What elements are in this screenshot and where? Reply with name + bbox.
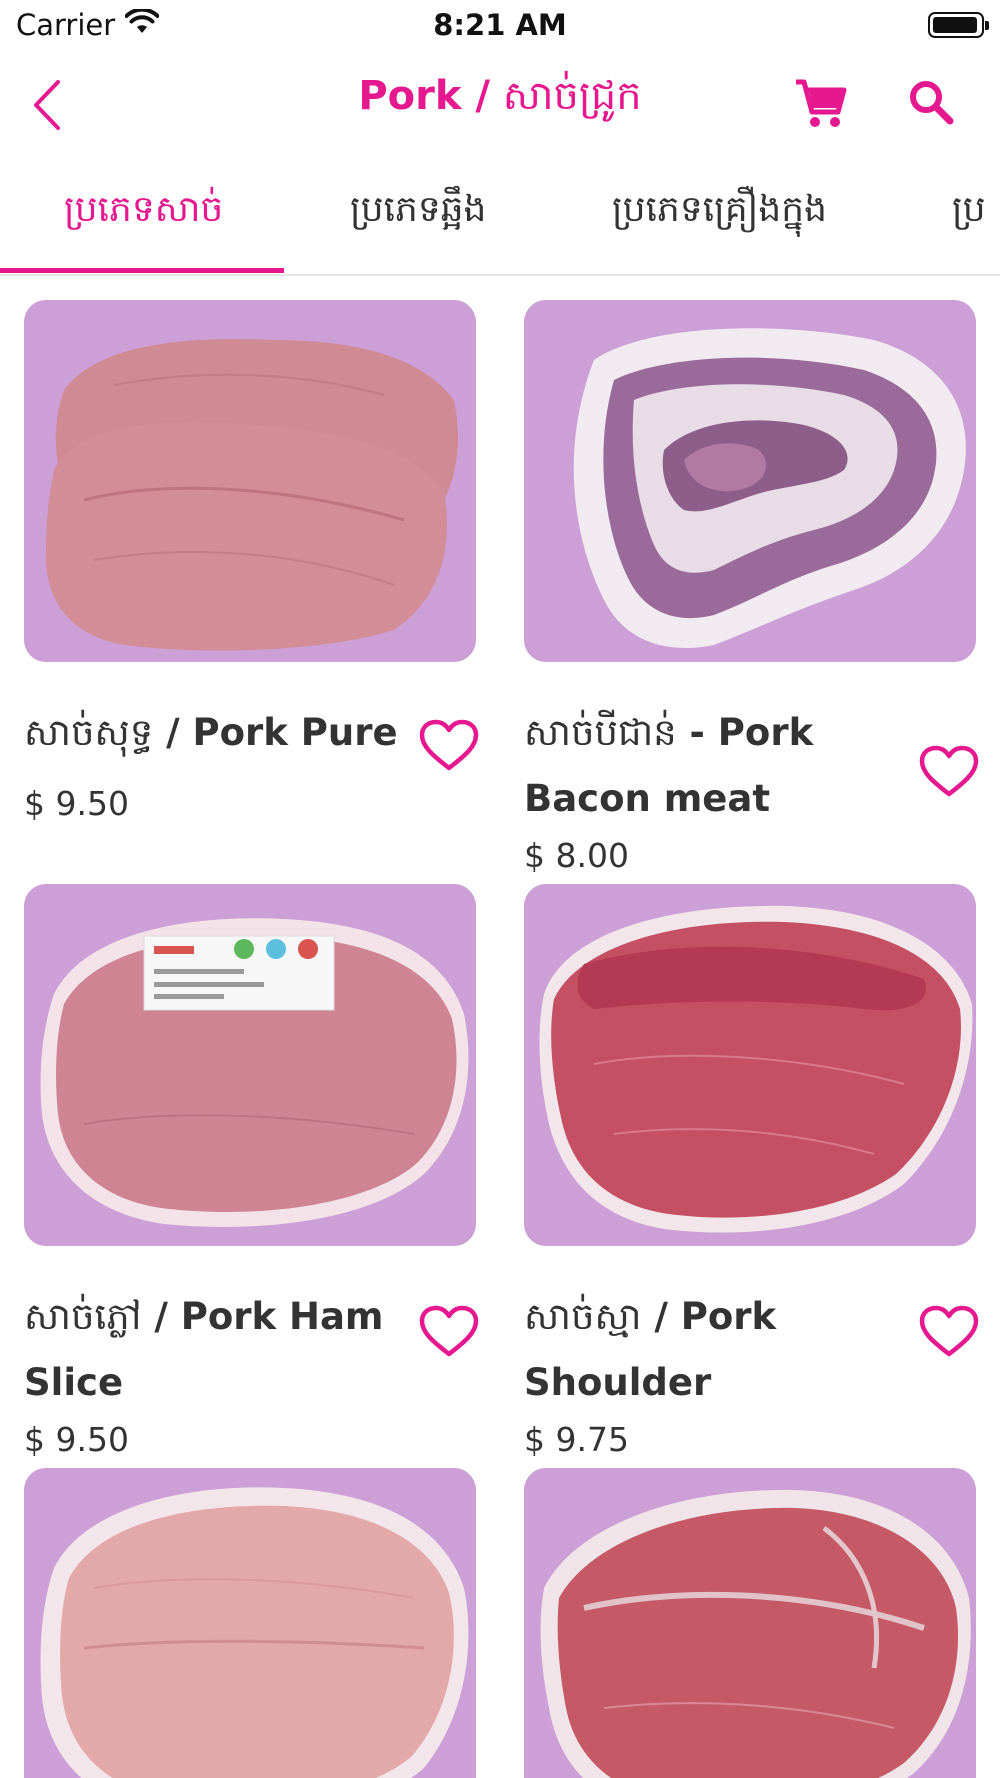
favorite-button[interactable] [418,1304,480,1360]
product-image[interactable] [524,1468,976,1778]
tab-meat[interactable]: ប្រភេទសាច់ [64,186,223,274]
heart-outline-icon [419,719,479,771]
product-name-km: សាច់សុទ្ធ [24,711,154,754]
product-card[interactable]: សាច់សុទ្ធ / Pork Pure $ 9.50 [24,300,479,860]
page-title-en: Pork / [358,73,491,119]
product-price: $ 9.50 [24,1420,129,1459]
product-name-km: សាច់បីជាន់ [524,711,677,754]
status-time: 8:21 AM [433,8,567,42]
page-title-km: សាច់ជ្រូក [502,73,642,119]
tab-offal[interactable]: ប្រភេទគ្រឿងក្នុង [612,186,827,274]
cart-button[interactable] [790,72,850,132]
product-image[interactable] [524,300,976,662]
product-image[interactable] [24,884,476,1246]
screen: Carrier 8:21 AM Pork / សាច់ជ្រូក ប្រភេទស… [0,0,1000,1778]
status-bar: Carrier 8:21 AM [0,0,1000,50]
product-title: សាច់បីជាន់ - Pork Bacon meat [524,700,904,832]
product-card[interactable] [524,1468,976,1778]
product-title: សាច់សុទ្ធ / Pork Pure [24,700,404,766]
favorite-button[interactable] [418,718,480,774]
product-image[interactable] [24,300,476,662]
product-card[interactable]: សាច់បីជាន់ - Pork Bacon meat $ 8.00 [524,300,979,875]
product-card[interactable] [24,1468,476,1778]
battery-icon [928,12,989,38]
favorite-button[interactable] [918,744,980,800]
page-title: Pork / សាច់ជ្រូក [0,70,1000,129]
product-name-en: / Pork Pure [153,711,398,754]
cart-icon [796,79,847,127]
favorite-button[interactable] [918,1304,980,1360]
product-name-km: សាច់ភ្លៅ [24,1295,142,1338]
product-card[interactable]: សាច់ស្មា / Pork Shoulder $ 9.75 [524,884,979,1459]
product-grid: សាច់សុទ្ធ / Pork Pure $ 9.50 សាច់បីជាន់ … [0,276,1000,1778]
product-image[interactable] [524,884,976,1246]
heart-outline-icon [919,745,979,797]
product-name-km: សាច់ស្មា [524,1295,642,1338]
search-icon [910,81,954,125]
product-title: សាច់ស្មា / Pork Shoulder [524,1284,904,1416]
category-tabs: ប្រភេទសាច់ ប្រភេទឆ្អឹង ប្រភេទគ្រឿងក្នុង … [0,168,1000,276]
search-button[interactable] [902,72,962,132]
heart-outline-icon [419,1305,479,1357]
navigation-bar: Pork / សាច់ជ្រូក [0,56,1000,146]
product-card[interactable]: សាច់ភ្លៅ / Pork Ham Slice $ 9.50 [24,884,479,1459]
active-tab-indicator [0,268,284,273]
tab-bone[interactable]: ប្រភេទឆ្អឹង [350,186,486,274]
product-price: $ 8.00 [524,836,629,875]
product-title: សាច់ភ្លៅ / Pork Ham Slice [24,1284,404,1416]
product-image[interactable] [24,1468,476,1778]
product-price: $ 9.50 [24,784,129,823]
tab-more[interactable]: ប្រ [952,186,986,274]
heart-outline-icon [919,1305,979,1357]
product-price: $ 9.75 [524,1420,629,1459]
